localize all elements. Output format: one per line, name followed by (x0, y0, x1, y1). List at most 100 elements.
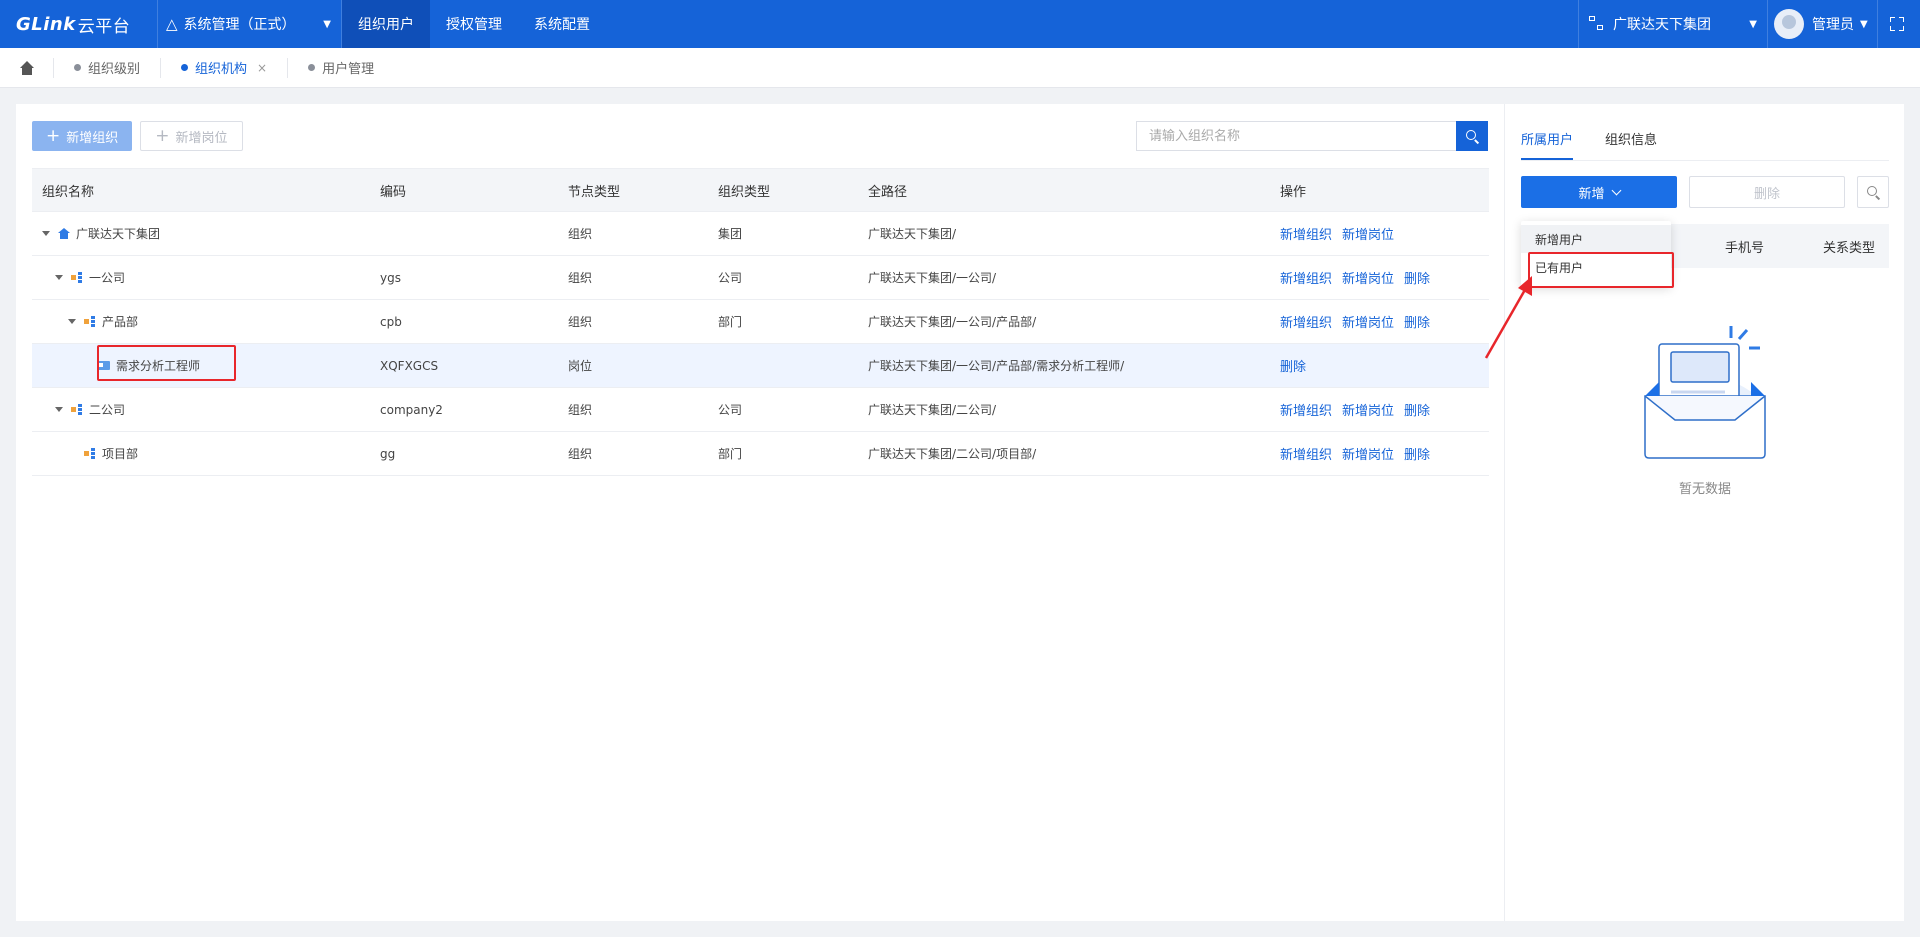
tree-icon (84, 448, 96, 459)
tree-node[interactable]: 一公司 (42, 269, 370, 286)
add-org-link[interactable]: 新增组织 (1280, 448, 1332, 463)
highlight-box (97, 345, 236, 381)
tab-user-management[interactable]: 用户管理 (288, 58, 394, 78)
caret-down-icon[interactable] (42, 231, 50, 236)
col-relation-type: 关系类型 (1823, 240, 1876, 256)
add-post-label: 新增岗位 (175, 130, 228, 146)
add-org-link[interactable]: 新增组织 (1280, 228, 1332, 243)
home-icon (58, 228, 70, 239)
tree-icon (71, 272, 83, 283)
ops-cell: 删除 (1270, 343, 1489, 388)
search-button[interactable] (1456, 121, 1488, 151)
user-menu[interactable]: 管理员 ▼ (1768, 0, 1878, 48)
search-icon (1465, 129, 1479, 143)
ops-cell: 新增组织 新增岗位 删除 (1270, 387, 1489, 432)
delete-link[interactable]: 删除 (1404, 316, 1430, 331)
dropdown-label: 新增用户 (1535, 232, 1584, 247)
org-search (1136, 121, 1488, 151)
node-type: 组织 (558, 211, 708, 256)
org-code (370, 211, 558, 256)
table-row[interactable]: 产品部 cpb 组织 部门 广联达天下集团/一公司/产品部/新增组织 新增岗位 删除 (32, 299, 1489, 344)
tab-label: 组织机构 (195, 62, 248, 77)
add-org-link[interactable]: 新增组织 (1280, 272, 1332, 287)
add-org-link[interactable]: 新增组织 (1280, 316, 1332, 331)
caret-down-icon: ▼ (323, 18, 331, 30)
caret-down-icon[interactable] (55, 275, 63, 280)
table-header: 组织名称 编码 节点类型 组织类型 全路径 操作 (32, 168, 1489, 212)
tab-label: 组织级别 (88, 62, 141, 77)
org-code: ygs (370, 255, 558, 300)
tree-node[interactable]: 项目部 (42, 445, 370, 462)
add-label: 新增 (1578, 186, 1605, 202)
tab-org-level[interactable]: 组织级别 (54, 57, 162, 78)
empty-text: 暂无数据 (1678, 482, 1731, 497)
home-tab[interactable] (0, 57, 54, 78)
add-post-link[interactable]: 新增岗位 (1342, 404, 1394, 419)
tree-node[interactable]: 二公司 (42, 401, 370, 418)
org-switch[interactable]: 广联达天下集团 ▼ (1578, 0, 1768, 48)
full-path: 广联达天下集团/一公司/产品部/需求分析工程师/ (858, 343, 1270, 388)
ops-cell: 新增组织 新增岗位 (1270, 211, 1489, 256)
caret-down-icon[interactable] (55, 407, 63, 412)
add-user-button[interactable]: 新增 (1521, 176, 1677, 208)
org-code: company2 (370, 387, 558, 432)
add-org-link[interactable]: 新增组织 (1280, 404, 1332, 419)
caret-down-icon[interactable] (68, 319, 76, 324)
org-code: gg (370, 431, 558, 476)
add-post-link[interactable]: 新增岗位 (1342, 316, 1394, 331)
tab-org-info[interactable]: 组织信息 (1605, 104, 1657, 160)
table-row[interactable]: 需求分析工程师 XQFXGCS 岗位 广联达天下集团/一公司/产品部/需求分析工程师/… (32, 343, 1489, 388)
add-post-button[interactable]: + 新增岗位 (140, 121, 243, 151)
org-code: cpb (370, 299, 558, 344)
tab-label: 用户管理 (322, 62, 375, 77)
org-search-input[interactable] (1136, 121, 1457, 151)
full-path: 广联达天下集团/一公司/产品部/ (858, 299, 1270, 344)
menu-label: 授权管理 (446, 17, 502, 33)
table-row[interactable]: 一公司 ygs 组织 公司 广联达天下集团/一公司/新增组织 新增岗位 删除 (32, 255, 1489, 300)
col-ops: 操作 (1270, 168, 1489, 212)
add-post-link[interactable]: 新增岗位 (1342, 272, 1394, 287)
table-row[interactable]: 二公司 company2 组织 公司 广联达天下集团/二公司/新增组织 新增岗位 删除 (32, 387, 1489, 432)
org-tree-icon (1589, 16, 1605, 32)
full-path: 广联达天下集团/一公司/ (858, 255, 1270, 300)
dropdown-new-user[interactable]: 新增用户 (1521, 225, 1671, 253)
menu-auth[interactable]: 授权管理 (430, 0, 518, 48)
delete-button[interactable]: 删除 (1689, 176, 1845, 208)
add-post-link[interactable]: 新增岗位 (1342, 228, 1394, 243)
full-path: 广联达天下集团/二公司/项目部/ (858, 431, 1270, 476)
add-post-link[interactable]: 新增岗位 (1342, 448, 1394, 463)
ops-cell: 新增组织 新增岗位 删除 (1270, 255, 1489, 300)
col-org-name: 组织名称 (32, 168, 370, 212)
delete-link[interactable]: 删除 (1280, 360, 1306, 375)
search-button[interactable] (1857, 176, 1889, 208)
tab-bar: 组织级别 组织机构 × 用户管理 (0, 48, 1920, 88)
tree-node[interactable]: 广联达天下集团 (42, 225, 370, 242)
org-type (708, 343, 858, 388)
org-name: 产品部 (102, 315, 139, 329)
add-org-label: 新增组织 (66, 130, 119, 146)
caret-down-icon: ▼ (1860, 18, 1868, 30)
table-row[interactable]: 项目部 gg 组织 部门 广联达天下集团/二公司/项目部/新增组织 新增岗位 删除 (32, 431, 1489, 476)
col-node-type: 节点类型 (558, 168, 708, 212)
delete-link[interactable]: 删除 (1404, 404, 1430, 419)
system-select[interactable]: △ 系统管理（正式） ▼ (158, 0, 342, 48)
caret-down-icon: ▼ (1749, 18, 1757, 30)
tab-org-structure[interactable]: 组织机构 × (161, 57, 289, 78)
menu-sys-config[interactable]: 系统配置 (518, 0, 606, 48)
org-type: 公司 (708, 387, 858, 432)
org-name: 二公司 (89, 403, 126, 417)
menu-org-users[interactable]: 组织用户 (342, 0, 430, 48)
tab-members[interactable]: 所属用户 (1521, 104, 1574, 160)
add-org-button[interactable]: + 新增组织 (32, 121, 133, 151)
close-icon[interactable]: × (257, 61, 267, 75)
logo[interactable]: GLink 云平台 (0, 0, 158, 48)
tree-icon (84, 316, 96, 327)
table-row[interactable]: 广联达天下集团 组织 集团 广联达天下集团/新增组织 新增岗位 (32, 211, 1489, 256)
fullscreen-icon[interactable] (1890, 17, 1904, 31)
node-type: 组织 (558, 387, 708, 432)
tab-divider (1521, 160, 1889, 161)
tree-node[interactable]: 产品部 (42, 313, 370, 330)
delete-link[interactable]: 删除 (1404, 272, 1430, 287)
delete-link[interactable]: 删除 (1404, 448, 1430, 463)
node-type: 组织 (558, 255, 708, 300)
